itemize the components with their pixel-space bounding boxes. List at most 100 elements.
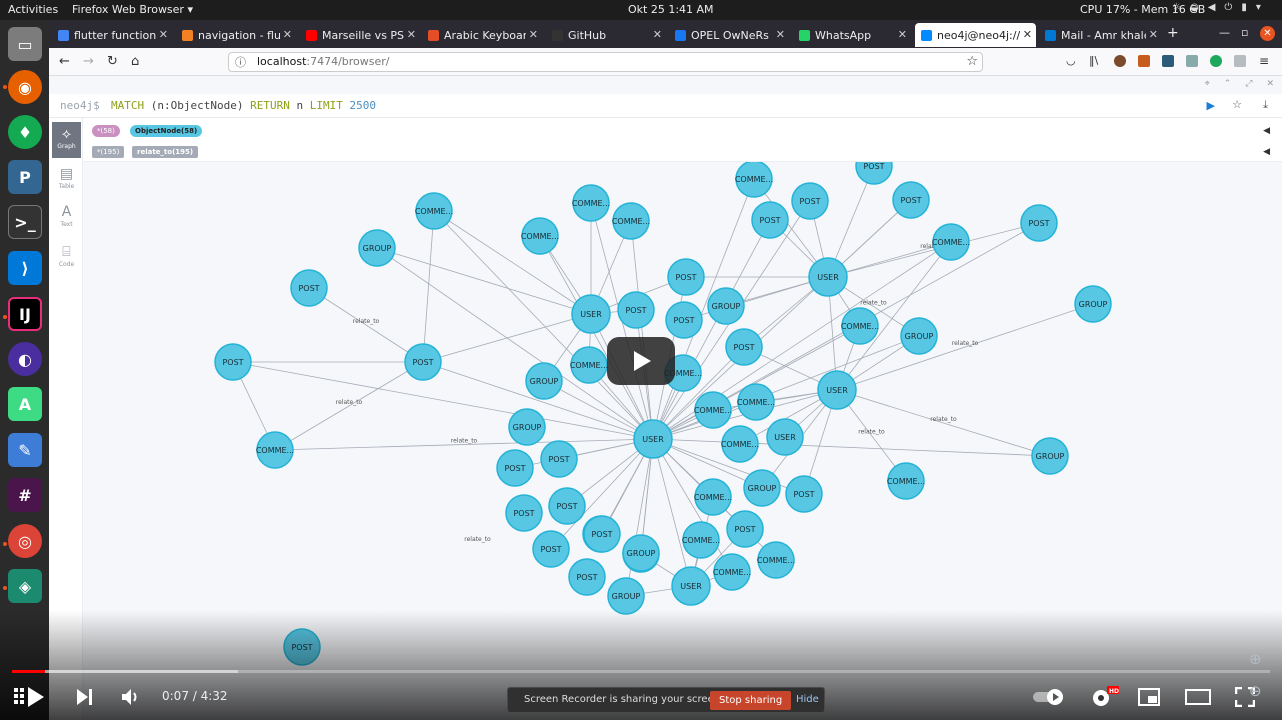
graph-node[interactable]: POST (496, 449, 534, 487)
library-icon[interactable]: ‖\ (1089, 54, 1098, 67)
browser-tab[interactable]: Mail - Amr khaled -✕ (1039, 23, 1162, 47)
page-info-icon[interactable]: ⓘ (235, 54, 246, 72)
table-view-button[interactable]: ▤ Table (52, 162, 81, 198)
minimize-button[interactable]: — (1219, 26, 1230, 39)
hide-share-button[interactable]: Hide (796, 694, 819, 705)
all-nodes-pill[interactable]: *(58) (92, 125, 120, 137)
extension-icon[interactable] (1210, 55, 1222, 67)
graph-node[interactable]: POST (583, 515, 621, 553)
graph-node[interactable]: POST (791, 182, 829, 220)
graph-node[interactable]: GROUP (508, 408, 546, 446)
graph-node[interactable]: POST (855, 162, 893, 185)
user-node[interactable]: USER (571, 294, 611, 334)
volume-icon[interactable]: ◀ (1208, 2, 1216, 13)
screen-recorder-icon[interactable]: ◈ (8, 569, 42, 603)
clock[interactable]: Okt 25 1:41 AM (628, 3, 714, 16)
files-icon[interactable]: ▭ (8, 27, 42, 61)
graph-node[interactable]: POST (532, 530, 570, 568)
graph-node[interactable]: POST (665, 301, 703, 339)
home-button[interactable]: ⌂ (131, 54, 139, 69)
browser-tab[interactable]: neo4j@neo4j://loc✕ (915, 23, 1036, 47)
settings-gear-icon[interactable]: HD (1090, 686, 1120, 708)
mongodb-compass-icon[interactable]: ♦ (8, 115, 42, 149)
collapse-icon[interactable]: ⌃ (1224, 79, 1232, 89)
theater-mode-icon[interactable] (1185, 689, 1211, 705)
next-video-icon[interactable] (76, 688, 94, 706)
forward-button[interactable]: → (83, 54, 94, 69)
user-node[interactable]: USER (633, 419, 673, 459)
user-node[interactable]: USER (671, 566, 711, 606)
graph-node[interactable]: GROUP (607, 577, 645, 615)
graph-node[interactable]: POST (505, 494, 543, 532)
graph-node[interactable]: POST (568, 558, 606, 596)
code-view-button[interactable]: ⌸ Code (52, 240, 81, 276)
menu-arrow-icon[interactable]: ▾ (1256, 2, 1261, 13)
graph-node[interactable]: COMME... (757, 541, 795, 579)
big-play-button[interactable] (607, 337, 675, 385)
stop-sharing-button[interactable]: Stop sharing (710, 691, 792, 710)
fullscreen-icon[interactable]: ⤢ (1245, 79, 1252, 89)
graph-node[interactable]: GROUP (622, 534, 660, 572)
power-icon[interactable]: ⏻ (1224, 2, 1232, 13)
graph-node[interactable]: GROUP (707, 287, 745, 325)
activities-button[interactable]: Activities (8, 3, 58, 16)
browser-tab[interactable]: Arabic Keyboard ™✕ (422, 23, 542, 47)
browser-tab[interactable]: flutter function wi✕ (52, 23, 172, 47)
graph-node[interactable]: COMME... (694, 391, 732, 429)
tab-close-icon[interactable]: ✕ (529, 28, 538, 41)
graph-node[interactable]: POST (892, 181, 930, 219)
relationship-edge[interactable] (652, 438, 1051, 457)
browser-tab[interactable]: OPEL OwNeRs GAI✕ (669, 23, 789, 47)
graph-node[interactable]: POST (617, 291, 655, 329)
graph-node[interactable]: COMME... (570, 346, 608, 384)
extension-icon[interactable] (1138, 55, 1150, 67)
graph-node[interactable]: GROUP (1031, 437, 1069, 475)
wifi-icon[interactable]: ◒ (1190, 2, 1199, 13)
back-button[interactable]: ← (59, 54, 70, 69)
browser-tab[interactable]: WhatsApp ✕ (793, 23, 911, 47)
tab-close-icon[interactable]: ✕ (776, 28, 785, 41)
graph-node[interactable]: COMME... (612, 202, 650, 240)
extension-icon[interactable] (1234, 55, 1246, 67)
new-tab-button[interactable]: + (1167, 25, 1179, 41)
pocket-icon[interactable]: ◡ (1066, 54, 1076, 67)
graph-node[interactable]: POST (404, 343, 442, 381)
intellij-icon[interactable]: IJ (8, 297, 42, 331)
eclipse-icon[interactable]: ◐ (8, 342, 42, 376)
brightness-icon[interactable]: ☼ (1172, 2, 1181, 13)
relationship-edge[interactable] (376, 247, 592, 315)
relationship-edge[interactable] (630, 220, 654, 440)
graph-node[interactable]: COMME... (682, 521, 720, 559)
miniplayer-icon[interactable] (1138, 688, 1160, 706)
graph-node[interactable]: COMME... (737, 383, 775, 421)
run-query-button[interactable]: ▶ (1207, 99, 1215, 112)
graph-node[interactable]: GROUP (743, 469, 781, 507)
battery-icon[interactable]: ▮ (1241, 2, 1247, 13)
tab-close-icon[interactable]: ✕ (159, 28, 168, 41)
relationship-edge[interactable] (433, 210, 592, 315)
zoom-in-icon[interactable]: ⊕ (1249, 650, 1262, 668)
autoplay-toggle[interactable] (1032, 688, 1068, 706)
extension-icon[interactable] (1162, 55, 1174, 67)
browser-tab[interactable]: navigation - flutter✕ (176, 23, 296, 47)
graph-node[interactable]: COMME... (415, 192, 453, 230)
browser-tab[interactable]: Marseille vs PSG 0✕ (300, 23, 420, 47)
menu-icon[interactable]: ≡ (1259, 54, 1269, 68)
graph-node[interactable]: COMME... (521, 217, 559, 255)
favorite-icon[interactable]: ☆ (1232, 98, 1242, 111)
graph-node[interactable]: POST (785, 475, 823, 513)
restore-button[interactable]: ▫ (1241, 26, 1248, 39)
graph-node[interactable]: COMME... (932, 223, 970, 261)
graph-node[interactable]: COMME... (713, 553, 751, 591)
download-icon[interactable]: ⤓ (1263, 98, 1268, 112)
graph-node[interactable]: POST (290, 269, 328, 307)
user-node[interactable]: USER (817, 370, 857, 410)
relate-to-pill[interactable]: relate_to(195) (132, 146, 199, 158)
legend-expand-icon[interactable]: ◀ (1263, 147, 1270, 157)
relationship-edge[interactable] (827, 222, 1040, 278)
tab-close-icon[interactable]: ✕ (283, 28, 292, 41)
graph-node[interactable]: COMME... (735, 162, 773, 198)
graph-node[interactable]: USER (766, 418, 804, 456)
objectnode-label-pill[interactable]: ObjectNode(58) (130, 125, 203, 137)
graph-node[interactable]: POST (214, 343, 252, 381)
